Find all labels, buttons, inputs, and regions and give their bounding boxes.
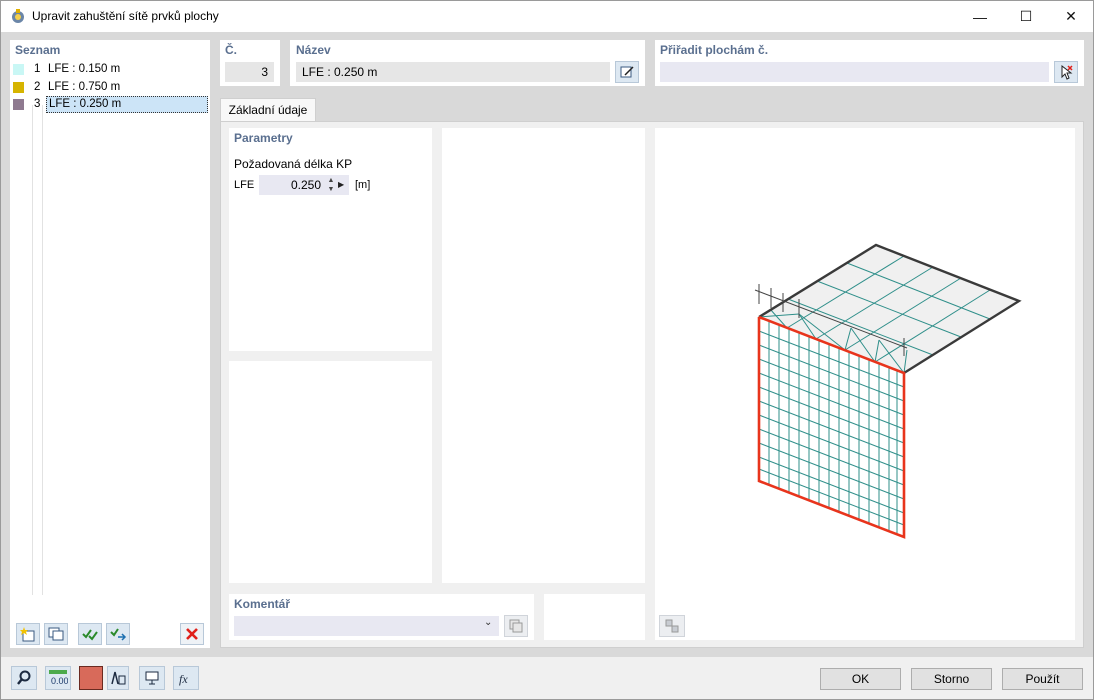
formula-icon: fx: [179, 672, 188, 686]
structure-icon: [111, 671, 126, 685]
comment-select[interactable]: [234, 616, 499, 636]
maximize-button[interactable]: ☐: [1003, 1, 1049, 32]
delete-item-button[interactable]: [180, 623, 204, 645]
display-icon: [145, 671, 159, 685]
lfe-arrow-icon[interactable]: ▶: [338, 176, 347, 194]
empty-panel: [229, 361, 432, 583]
color-swatch-button[interactable]: [79, 666, 103, 690]
list-panel: [10, 40, 210, 648]
empty-panel: [544, 594, 645, 640]
copy-icon: [509, 619, 523, 633]
new-item-button[interactable]: [16, 623, 40, 645]
copy-item-button[interactable]: [44, 623, 68, 645]
lfe-symbol: LFE: [234, 179, 255, 191]
lfe-stepper[interactable]: ▲ ▼: [326, 176, 336, 194]
assign-label: Přiřadit plochám č.: [660, 43, 769, 57]
pick-cursor-icon: [1061, 64, 1073, 80]
close-button[interactable]: ✕: [1048, 1, 1094, 32]
lfe-unit: [m]: [355, 179, 371, 191]
pick-surfaces-button[interactable]: [1054, 61, 1078, 83]
svg-text:0.00: 0.00: [51, 676, 68, 686]
formula-button[interactable]: fx: [173, 666, 199, 690]
display-button[interactable]: [139, 666, 165, 690]
list-item[interactable]: 2 LFE : 0.750 m: [12, 79, 209, 96]
units-button[interactable]: 0.00: [45, 666, 71, 690]
app-icon: [12, 9, 24, 23]
decimals-icon: 0.00: [49, 670, 68, 686]
check-swap-icon: [110, 628, 127, 641]
search-icon: [17, 670, 31, 685]
preview-panel: [655, 128, 1075, 640]
tab-basic-data[interactable]: Základní údaje: [220, 98, 316, 122]
check-all-button[interactable]: [78, 623, 102, 645]
comment-library-button[interactable]: [504, 615, 528, 637]
comment-label: Komentář: [234, 597, 291, 611]
number-field[interactable]: 3: [225, 62, 274, 82]
number-label: Č.: [225, 43, 237, 57]
mesh-preview: [754, 243, 1022, 539]
empty-panel: [442, 128, 645, 583]
title-bar: Upravit zahuštění sítě prvků plochy — ☐ …: [0, 0, 1094, 32]
minimize-button[interactable]: —: [957, 1, 1003, 32]
color-swatch: [13, 82, 24, 93]
list-header: Seznam: [15, 43, 61, 57]
svg-text:fx: fx: [179, 672, 188, 686]
model-info-button[interactable]: [107, 666, 129, 690]
color-swatch: [13, 99, 24, 110]
edit-name-button[interactable]: [615, 61, 639, 83]
preview-options-button[interactable]: [659, 615, 685, 637]
search-button[interactable]: [11, 666, 37, 690]
chevron-down-icon[interactable]: ⌄: [484, 617, 492, 628]
window-title: Upravit zahuštění sítě prvků plochy: [32, 9, 219, 23]
ok-button[interactable]: OK: [820, 668, 901, 690]
name-label: Název: [296, 43, 331, 57]
name-field[interactable]: LFE : 0.250 m: [296, 62, 610, 82]
view-swap-icon: [665, 619, 679, 633]
parameters-header: Parametry: [234, 131, 293, 145]
list-item-selected[interactable]: 3 LFE : 0.250 m: [12, 96, 209, 113]
copy-icon: [48, 627, 64, 641]
check-icon: [82, 629, 98, 641]
new-icon: [20, 627, 35, 642]
assign-surfaces-field[interactable]: [660, 62, 1049, 82]
list-item[interactable]: 1 LFE : 0.150 m: [12, 61, 209, 78]
apply-button[interactable]: Použít: [1002, 668, 1083, 690]
required-length-label: Požadovaná délka KP: [234, 157, 353, 171]
edit-icon: [620, 66, 634, 78]
cancel-button[interactable]: Storno: [911, 668, 992, 690]
check-toggle-button[interactable]: [106, 623, 130, 645]
color-swatch: [13, 64, 24, 75]
delete-icon: [186, 628, 198, 640]
